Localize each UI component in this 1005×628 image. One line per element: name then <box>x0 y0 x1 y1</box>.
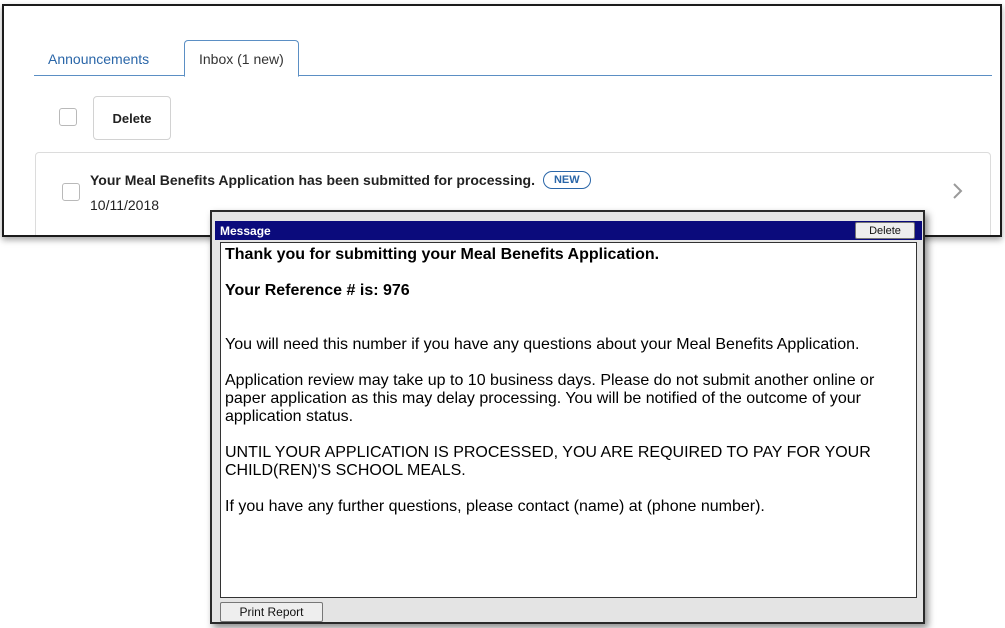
chevron-right-icon[interactable] <box>950 179 966 203</box>
tab-bar: Announcements Inbox (1 new) <box>34 32 992 77</box>
message-delete-button[interactable]: Delete <box>855 222 915 239</box>
message-paragraph: UNTIL YOUR APPLICATION IS PROCESSED, YOU… <box>225 444 871 479</box>
message-body: Thank you for submitting your Meal Benef… <box>220 242 917 598</box>
message-subject-text: Your Meal Benefits Application has been … <box>90 172 535 188</box>
message-window: Message Delete Thank you for submitting … <box>210 210 925 624</box>
tab-inbox[interactable]: Inbox (1 new) <box>184 40 299 77</box>
message-paragraph: If you have any further questions, pleas… <box>225 498 765 515</box>
message-subject[interactable]: Your Meal Benefits Application has been … <box>90 171 591 189</box>
message-heading: Thank you for submitting your Meal Benef… <box>225 246 660 263</box>
select-all-checkbox[interactable] <box>59 108 77 126</box>
message-paragraph: You will need this number if you have an… <box>225 336 860 353</box>
message-checkbox[interactable] <box>62 183 80 201</box>
delete-button[interactable]: Delete <box>93 96 171 140</box>
message-paragraph: Application review may take up to 10 bus… <box>225 372 875 425</box>
print-report-button[interactable]: Print Report <box>220 602 323 622</box>
message-window-title: Message <box>220 223 271 238</box>
message-window-titlebar: Message <box>215 221 922 240</box>
message-date: 10/11/2018 <box>90 197 160 213</box>
inbox-panel: Announcements Inbox (1 new) Delete Your … <box>2 4 1002 237</box>
new-badge: NEW <box>542 171 591 189</box>
tab-announcements[interactable]: Announcements <box>34 40 163 77</box>
reference-number: Your Reference # is: 976 <box>225 282 410 299</box>
